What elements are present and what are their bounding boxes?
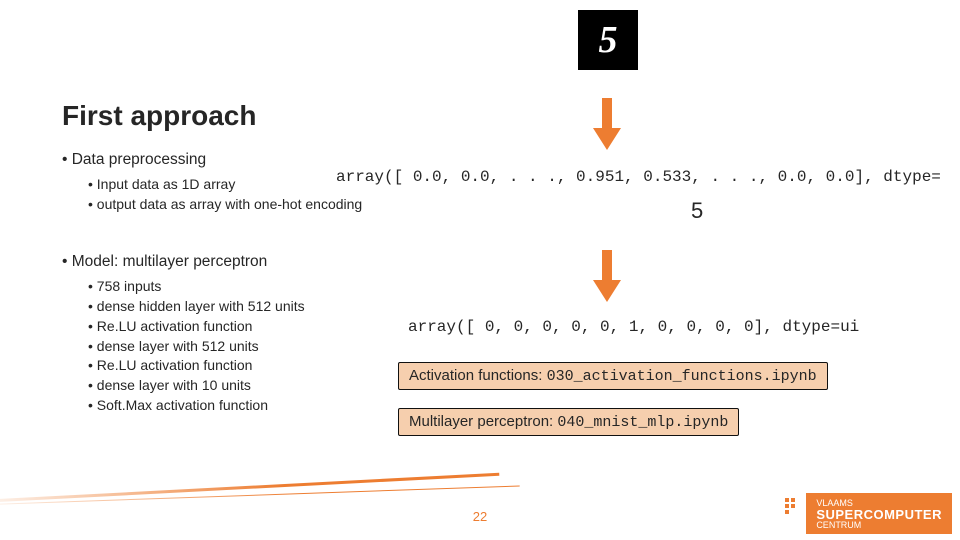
label-value: 5 — [691, 198, 703, 224]
callout-label: Multilayer perceptron: — [409, 413, 553, 430]
arrow-down-icon — [593, 128, 621, 150]
list-item: Re.LU activation function — [88, 356, 305, 375]
list-item: dense layer with 512 units — [88, 337, 305, 356]
logo-icon — [782, 495, 802, 519]
list-item: dense layer with 10 units — [88, 376, 305, 395]
arrow-down-icon — [593, 280, 621, 302]
callout-label: Activation functions: — [409, 367, 542, 384]
preprocessing-block: Data preprocessing Input data as 1D arra… — [62, 150, 362, 215]
digit-five-glyph: 5 — [599, 18, 618, 62]
callout-activation: Activation functions: 030_activation_fun… — [398, 362, 828, 390]
list-item: 758 inputs — [88, 277, 305, 296]
callout-code: 040_mnist_mlp.ipynb — [557, 414, 728, 431]
list-item: Input data as 1D array — [88, 175, 362, 194]
brand-sub: CENTRUM — [816, 520, 861, 530]
onehot-array-text: array([ 0, 0, 0, 0, 0, 1, 0, 0, 0, 0], d… — [408, 318, 859, 336]
brand-logo: VLAAMS SUPERCOMPUTER CENTRUM — [806, 493, 952, 534]
preprocessing-heading: Data preprocessing — [62, 150, 362, 171]
list-item: output data as array with one-hot encodi… — [88, 195, 362, 214]
list-item: Re.LU activation function — [88, 317, 305, 336]
list-item: Soft.Max activation function — [88, 396, 305, 415]
list-item: dense hidden layer with 512 units — [88, 297, 305, 316]
input-array-text: array([ 0.0, 0.0, . . ., 0.951, 0.533, .… — [336, 168, 941, 186]
page-number: 22 — [473, 509, 487, 524]
model-block: Model: multilayer perceptron 758 inputs … — [62, 252, 305, 416]
model-heading: Model: multilayer perceptron — [62, 252, 305, 273]
callout-code: 030_activation_functions.ipynb — [547, 368, 817, 385]
callout-mlp: Multilayer perceptron: 040_mnist_mlp.ipy… — [398, 408, 739, 436]
slide-title: First approach — [62, 100, 256, 132]
mnist-digit-image: 5 — [578, 10, 638, 70]
